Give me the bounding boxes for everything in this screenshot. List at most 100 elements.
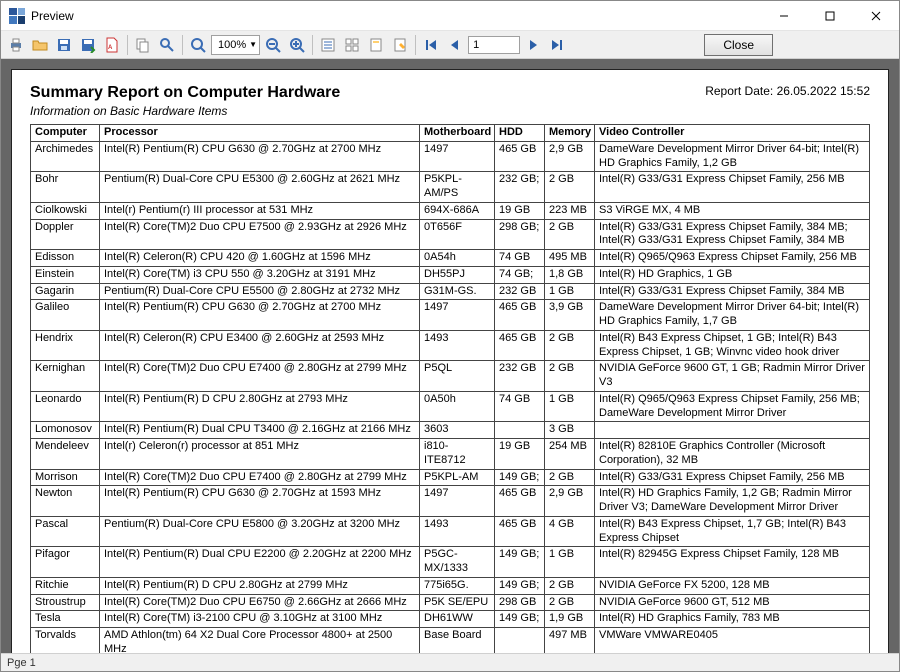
report-subtitle: Information on Basic Hardware Items — [30, 104, 340, 118]
zoom-out-icon[interactable] — [262, 34, 284, 56]
cell-mem: 2 GB — [545, 469, 595, 486]
cell-video: VMWare VMWARE0405 — [595, 628, 870, 654]
edit-page-icon[interactable] — [389, 34, 411, 56]
cell-mem: 3 GB — [545, 422, 595, 439]
cell-video: Intel(R) 82810E Graphics Controller (Mic… — [595, 439, 870, 470]
zoom-fit-icon[interactable] — [187, 34, 209, 56]
cell-computer: Morrison — [31, 469, 100, 486]
page-number-input[interactable] — [468, 36, 520, 54]
cell-computer: Kernighan — [31, 361, 100, 392]
cell-hdd — [495, 422, 545, 439]
toolbar: A 100% ▼ Close — [1, 31, 899, 59]
cell-hdd: 74 GB — [495, 391, 545, 422]
page-setup-icon[interactable] — [365, 34, 387, 56]
status-page-label: Pge 1 — [7, 657, 36, 669]
table-row: MorrisonIntel(R) Core(TM)2 Duo CPU E7400… — [31, 469, 870, 486]
cell-mb: 3603 — [420, 422, 495, 439]
cell-computer: Torvalds — [31, 628, 100, 654]
cell-computer: Pifagor — [31, 547, 100, 578]
cell-proc: Intel(r) Pentium(r) III processor at 531… — [100, 202, 420, 219]
cell-mb: 1497 — [420, 300, 495, 331]
export-icon[interactable] — [77, 34, 99, 56]
cell-hdd: 465 GB — [495, 330, 545, 361]
cell-computer: Archimedes — [31, 141, 100, 172]
minimize-button[interactable] — [761, 1, 807, 31]
cell-proc: Intel(R) Core(TM) i3 CPU 550 @ 3.20GHz a… — [100, 266, 420, 283]
next-page-icon[interactable] — [522, 34, 544, 56]
cell-mem: 2 GB — [545, 594, 595, 611]
report-date: Report Date: 26.05.2022 15:52 — [705, 84, 870, 98]
window-title: Preview — [31, 9, 74, 23]
cell-mb: 1497 — [420, 141, 495, 172]
zoom-in-icon[interactable] — [286, 34, 308, 56]
cell-video: NVIDIA GeForce 9600 GT, 512 MB — [595, 594, 870, 611]
close-button[interactable]: Close — [704, 34, 773, 56]
close-window-button[interactable] — [853, 1, 899, 31]
cell-computer: Edisson — [31, 250, 100, 267]
report-table: ComputerProcessorMotherboardHDDMemoryVid… — [30, 124, 870, 653]
cell-mb: 0A50h — [420, 391, 495, 422]
cell-hdd: 465 GB — [495, 516, 545, 547]
cell-mem: 2,9 GB — [545, 486, 595, 517]
col-header: Memory — [545, 125, 595, 142]
save-icon[interactable] — [53, 34, 75, 56]
copy-icon[interactable] — [132, 34, 154, 56]
table-row: LomonosovIntel(R) Pentium(R) Dual CPU T3… — [31, 422, 870, 439]
cell-mem: 2,9 GB — [545, 141, 595, 172]
last-page-icon[interactable] — [546, 34, 568, 56]
open-icon[interactable] — [29, 34, 51, 56]
find-icon[interactable] — [156, 34, 178, 56]
cell-proc: AMD Athlon(tm) 64 X2 Dual Core Processor… — [100, 628, 420, 654]
cell-mem: 2 GB — [545, 577, 595, 594]
cell-mb: P5QL — [420, 361, 495, 392]
cell-computer: Pascal — [31, 516, 100, 547]
cell-proc: Intel(R) Pentium(R) Dual CPU T3400 @ 2.1… — [100, 422, 420, 439]
cell-proc: Pentium(R) Dual-Core CPU E5300 @ 2.60GHz… — [100, 172, 420, 203]
cell-mem: 3,9 GB — [545, 300, 595, 331]
col-header: Video Controller — [595, 125, 870, 142]
cell-hdd: 232 GB — [495, 283, 545, 300]
first-page-icon[interactable] — [420, 34, 442, 56]
maximize-button[interactable] — [807, 1, 853, 31]
cell-video — [595, 422, 870, 439]
cell-mb: 1497 — [420, 486, 495, 517]
cell-video: Intel(R) B43 Express Chipset, 1 GB; Inte… — [595, 330, 870, 361]
cell-proc: Pentium(R) Dual-Core CPU E5500 @ 2.80GHz… — [100, 283, 420, 300]
prev-page-icon[interactable] — [444, 34, 466, 56]
cell-proc: Intel(R) Celeron(R) CPU E3400 @ 2.60GHz … — [100, 330, 420, 361]
cell-mem: 4 GB — [545, 516, 595, 547]
print-icon[interactable] — [5, 34, 27, 56]
report-page: Summary Report on Computer Hardware Info… — [11, 69, 889, 653]
cell-video: Intel(R) G33/G31 Express Chipset Family,… — [595, 172, 870, 203]
table-row: TeslaIntel(R) Core(TM) i3-2100 CPU @ 3.1… — [31, 611, 870, 628]
cell-video: NVIDIA GeForce 9600 GT, 1 GB; Radmin Mir… — [595, 361, 870, 392]
cell-hdd: 74 GB — [495, 250, 545, 267]
cell-hdd: 149 GB; — [495, 469, 545, 486]
thumbnails-icon[interactable] — [341, 34, 363, 56]
report-viewport[interactable]: Summary Report on Computer Hardware Info… — [1, 59, 899, 653]
cell-mem: 1,9 GB — [545, 611, 595, 628]
cell-proc: Intel(R) Core(TM) i3-2100 CPU @ 3.10GHz … — [100, 611, 420, 628]
table-row: PascalPentium(R) Dual-Core CPU E5800 @ 3… — [31, 516, 870, 547]
table-row: GagarinPentium(R) Dual-Core CPU E5500 @ … — [31, 283, 870, 300]
cell-hdd: 298 GB — [495, 594, 545, 611]
cell-mb: P5K SE/EPU — [420, 594, 495, 611]
outline-icon[interactable] — [317, 34, 339, 56]
cell-mb: Base Board — [420, 628, 495, 654]
col-header: Processor — [100, 125, 420, 142]
cell-mb: 694X-686A — [420, 202, 495, 219]
cell-video: Intel(R) G33/G31 Express Chipset Family,… — [595, 219, 870, 250]
cell-mb: 1493 — [420, 516, 495, 547]
cell-proc: Pentium(R) Dual-Core CPU E5800 @ 3.20GHz… — [100, 516, 420, 547]
zoom-combo[interactable]: 100% ▼ — [211, 35, 260, 55]
cell-computer: Einstein — [31, 266, 100, 283]
cell-computer: Leonardo — [31, 391, 100, 422]
cell-mb: 0T656F — [420, 219, 495, 250]
cell-proc: Intel(R) Pentium(R) D CPU 2.80GHz at 279… — [100, 391, 420, 422]
cell-mb: DH55PJ — [420, 266, 495, 283]
pdf-icon[interactable]: A — [101, 34, 123, 56]
cell-video: Intel(R) HD Graphics Family, 1,2 GB; Rad… — [595, 486, 870, 517]
cell-computer: Stroustrup — [31, 594, 100, 611]
zoom-value: 100% — [218, 39, 246, 51]
table-row: PifagorIntel(R) Pentium(R) Dual CPU E220… — [31, 547, 870, 578]
